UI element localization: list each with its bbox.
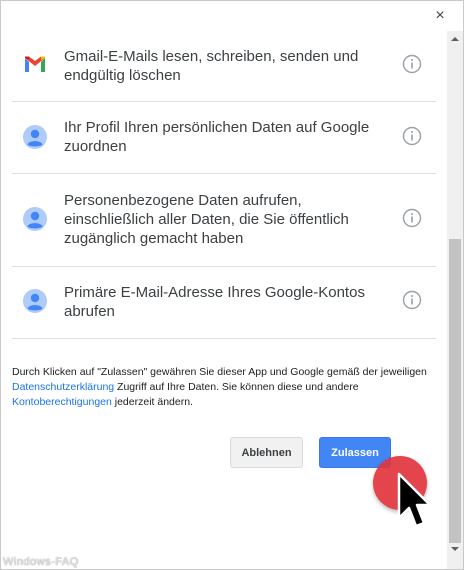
mouse-pointer-icon <box>397 472 432 528</box>
permission-text: Ihr Profil Ihren persönlichen Daten auf … <box>64 119 370 155</box>
account-permissions-link[interactable]: Kontoberechtigungen <box>12 396 112 408</box>
scroll-up-icon[interactable] <box>451 35 459 43</box>
watermark: Windows-FAQ <box>3 556 79 568</box>
profile-icon <box>23 289 47 313</box>
vertical-scrollbar[interactable] <box>447 31 463 569</box>
info-icon[interactable] <box>402 54 422 74</box>
info-icon[interactable] <box>402 126 422 146</box>
gmail-icon <box>25 56 45 72</box>
consent-disclaimer: Durch Klicken auf "Zulassen" gewähren Si… <box>12 365 432 410</box>
privacy-policy-link[interactable]: Datenschutzerklärung <box>12 381 114 393</box>
permission-item-gmail: Gmail-E-Mails lesen, schreiben, senden u… <box>12 31 436 102</box>
profile-icon <box>23 125 47 149</box>
disclaimer-text: jederzeit ändern. <box>111 396 193 408</box>
scrollbar-thumb[interactable] <box>449 239 461 543</box>
info-icon[interactable] <box>402 208 422 228</box>
disclaimer-text: Durch Klicken auf "Zulassen" gewähren Si… <box>12 366 427 378</box>
close-button[interactable]: × <box>429 5 451 27</box>
profile-icon <box>23 207 47 231</box>
disclaimer-text: Zugriff auf Ihre Daten. Sie können diese… <box>114 381 359 393</box>
scroll-down-icon[interactable] <box>451 545 459 553</box>
info-icon[interactable] <box>402 290 422 310</box>
permission-text: Primäre E-Mail-Adresse Ihres Google-Kont… <box>64 284 365 320</box>
permission-item-profile: Ihr Profil Ihren persönlichen Daten auf … <box>12 101 436 174</box>
deny-button[interactable]: Ablehnen <box>230 437 303 468</box>
permission-text: Gmail-E-Mails lesen, schreiben, senden u… <box>64 48 359 84</box>
permission-item-personal-data: Personenbezogene Daten aufrufen, einschl… <box>12 173 436 267</box>
permission-item-email-address: Primäre E-Mail-Adresse Ihres Google-Kont… <box>12 266 436 339</box>
permission-text: Personenbezogene Daten aufrufen, einschl… <box>64 192 349 247</box>
